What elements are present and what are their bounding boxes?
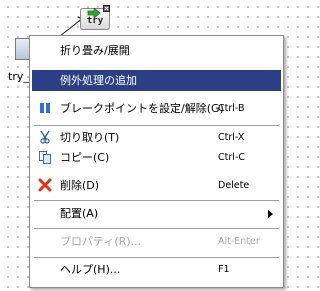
menu-separator bbox=[34, 200, 279, 201]
menu-item-add-exception[interactable]: 例外処理の追加 bbox=[32, 70, 281, 91]
menu-item-label: 配置(A) bbox=[60, 207, 99, 220]
menu-item-label: 折り畳み/展開 bbox=[60, 44, 130, 57]
delete-icon bbox=[38, 178, 52, 192]
menu-item-cut[interactable]: 切り取り(T) Ctrl-X bbox=[32, 127, 281, 148]
menu-item-shortcut: Alt-Enter bbox=[218, 236, 260, 247]
menu-item-label: ヘルプ(H)... bbox=[60, 263, 121, 276]
menu-separator bbox=[34, 125, 279, 126]
menu-item-shortcut: Ctrl-B bbox=[218, 103, 245, 114]
menu-item-shortcut: Ctrl-C bbox=[218, 152, 245, 163]
menu-separator bbox=[34, 257, 279, 258]
menu-item-shortcut: F1 bbox=[218, 264, 230, 275]
menu-item-properties[interactable]: プロパティ(R)... Alt-Enter bbox=[32, 231, 281, 252]
menu-item-copy[interactable]: コピー(C) Ctrl-C bbox=[32, 147, 281, 168]
menu-item-label: 例外処理の追加 bbox=[60, 74, 137, 87]
breakpoint-icon bbox=[40, 103, 50, 113]
try-node-label: try bbox=[86, 16, 104, 26]
menu-separator bbox=[34, 228, 279, 229]
menu-item-shortcut: Ctrl-X bbox=[218, 132, 245, 143]
menu-item-label: ブレークポイントを設定/解除(G) bbox=[60, 102, 224, 115]
close-icon[interactable] bbox=[103, 5, 110, 12]
menu-item-arrange[interactable]: 配置(A) bbox=[32, 203, 281, 224]
menu-item-shortcut: Delete bbox=[218, 180, 250, 191]
menu-item-help[interactable]: ヘルプ(H)... F1 bbox=[32, 259, 281, 280]
menu-item-delete[interactable]: 削除(D) Delete bbox=[32, 175, 281, 196]
context-menu: 折り畳み/展開 例外処理の追加 ブレークポイントを設定/解除(G) Ctrl-B… bbox=[29, 35, 284, 288]
menu-item-label: プロパティ(R)... bbox=[60, 235, 142, 248]
menu-item-label: 削除(D) bbox=[60, 179, 100, 192]
cut-icon bbox=[40, 130, 50, 144]
copy-icon bbox=[39, 151, 51, 164]
menu-item-label: 切り取り(T) bbox=[60, 131, 120, 144]
menu-item-label: コピー(C) bbox=[60, 151, 110, 164]
menu-item-collapse-expand[interactable]: 折り畳み/展開 bbox=[32, 40, 281, 61]
submenu-arrow-icon bbox=[268, 210, 273, 218]
menu-item-breakpoint[interactable]: ブレークポイントを設定/解除(G) Ctrl-B bbox=[32, 98, 281, 119]
